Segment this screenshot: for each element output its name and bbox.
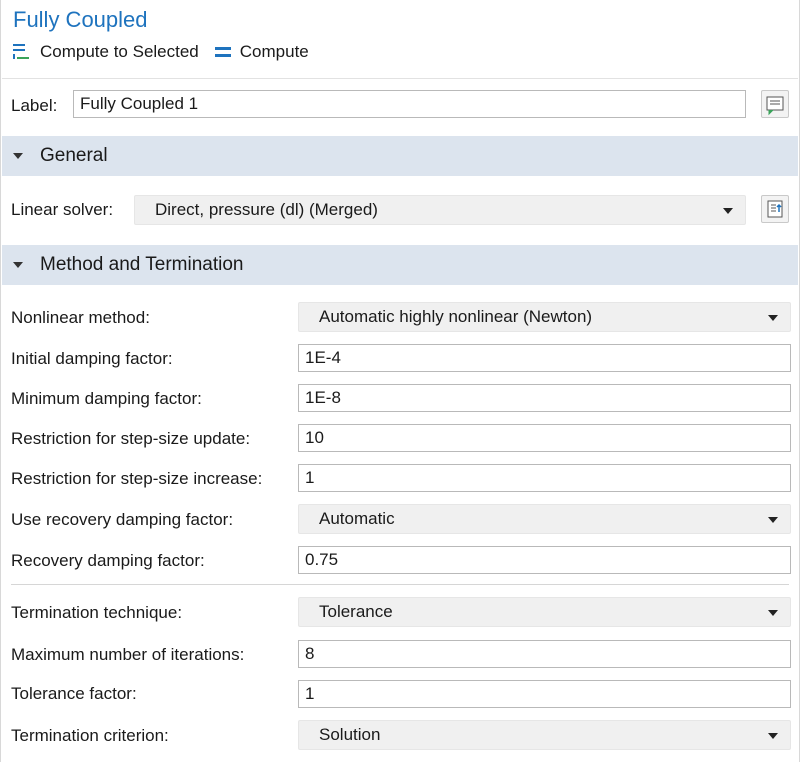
nonlinear-method-select[interactable]: Automatic highly nonlinear (Newton): [298, 302, 791, 332]
collapse-arrow-icon: [13, 262, 23, 268]
compute-to-selected-icon: [13, 44, 31, 60]
compute-label: Compute: [239, 42, 309, 61]
dropdown-arrow-icon: [768, 733, 778, 739]
dropdown-arrow-icon: [768, 517, 778, 523]
recovery-factor-label: Recovery damping factor:: [11, 551, 205, 570]
restriction-update-label: Restriction for step-size update:: [11, 429, 251, 448]
edit-label-button[interactable]: [761, 90, 789, 118]
minimum-damping-row: Minimum damping factor:: [11, 385, 202, 413]
compute-to-selected-button[interactable]: Compute to Selected: [13, 42, 199, 62]
linear-solver-value: Direct, pressure (dl) (Merged): [155, 200, 378, 219]
max-iterations-label: Maximum number of iterations:: [11, 645, 245, 664]
use-recovery-value: Automatic: [319, 509, 395, 528]
termination-technique-value: Tolerance: [319, 602, 393, 621]
termination-technique-row: Termination technique:: [11, 599, 182, 627]
go-to-source-icon: [767, 200, 783, 218]
go-to-source-button[interactable]: [761, 195, 789, 223]
minimum-damping-label: Minimum damping factor:: [11, 389, 202, 408]
restriction-increase-label: Restriction for step-size increase:: [11, 469, 263, 488]
termination-criterion-label: Termination criterion:: [11, 726, 169, 745]
label-row: Label:: [11, 92, 57, 120]
dropdown-arrow-icon: [768, 610, 778, 616]
panel-title: Fully Coupled: [13, 7, 148, 32]
use-recovery-row: Use recovery damping factor:: [11, 506, 233, 534]
dropdown-arrow-icon: [723, 208, 733, 214]
minimum-damping-input[interactable]: 1E-8: [298, 384, 791, 412]
label-caption: Label:: [11, 96, 58, 115]
termination-technique-label: Termination technique:: [11, 603, 183, 622]
tolerance-factor-label: Tolerance factor:: [11, 684, 137, 703]
recovery-factor-input[interactable]: 0.75: [298, 546, 791, 574]
settings-panel: Fully Coupled Compute to Selected Comput…: [0, 0, 800, 762]
section-general-header[interactable]: General: [2, 136, 798, 176]
label-input[interactable]: Fully Coupled 1: [73, 90, 746, 118]
termination-technique-select[interactable]: Tolerance: [298, 597, 791, 627]
termination-criterion-row: Termination criterion:: [11, 722, 169, 750]
section-divider: [11, 584, 789, 585]
comment-icon: [766, 96, 784, 116]
nonlinear-method-row: Nonlinear method:: [11, 304, 150, 332]
nonlinear-method-value: Automatic highly nonlinear (Newton): [319, 307, 593, 326]
restriction-increase-row: Restriction for step-size increase:: [11, 465, 262, 493]
section-method-header[interactable]: Method and Termination: [2, 245, 798, 285]
toolbar: Compute to Selected Compute: [13, 40, 317, 64]
linear-solver-label: Linear solver:: [11, 200, 114, 219]
compute-button[interactable]: Compute: [214, 42, 309, 62]
restriction-update-input[interactable]: 10: [298, 424, 791, 452]
collapse-arrow-icon: [13, 153, 23, 159]
initial-damping-label: Initial damping factor:: [11, 349, 173, 368]
initial-damping-input[interactable]: 1E-4: [298, 344, 791, 372]
max-iterations-input[interactable]: 8: [298, 640, 791, 668]
section-method-title: Method and Termination: [40, 254, 244, 275]
compute-to-selected-label: Compute to Selected: [40, 42, 199, 61]
linear-solver-row: Linear solver:: [11, 196, 113, 224]
linear-solver-select[interactable]: Direct, pressure (dl) (Merged): [134, 195, 746, 225]
recovery-factor-row: Recovery damping factor:: [11, 547, 205, 575]
max-iterations-row: Maximum number of iterations:: [11, 641, 244, 669]
nonlinear-method-label: Nonlinear method:: [11, 308, 150, 327]
tolerance-factor-row: Tolerance factor:: [11, 680, 137, 708]
compute-icon: [214, 47, 231, 57]
use-recovery-label: Use recovery damping factor:: [11, 510, 234, 529]
restriction-update-row: Restriction for step-size update:: [11, 425, 250, 453]
termination-criterion-select[interactable]: Solution: [298, 720, 791, 750]
use-recovery-select[interactable]: Automatic: [298, 504, 791, 534]
dropdown-arrow-icon: [768, 315, 778, 321]
toolbar-divider: [2, 78, 798, 79]
tolerance-factor-input[interactable]: 1: [298, 680, 791, 708]
initial-damping-row: Initial damping factor:: [11, 345, 173, 373]
section-general-title: General: [40, 145, 108, 166]
restriction-increase-input[interactable]: 1: [298, 464, 791, 492]
termination-criterion-value: Solution: [319, 725, 381, 744]
